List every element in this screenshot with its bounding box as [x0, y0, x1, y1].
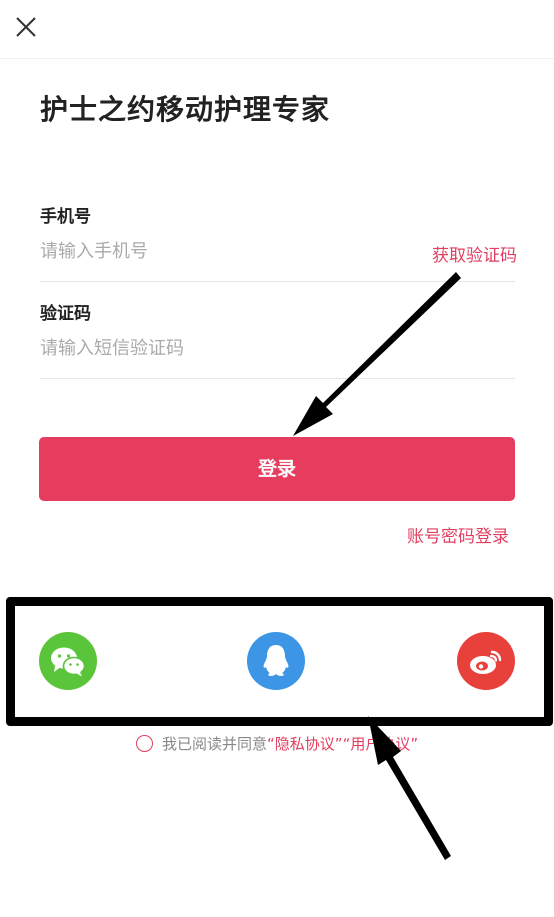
wechat-icon [51, 647, 86, 677]
code-input[interactable] [40, 331, 420, 365]
top-bar [0, 0, 554, 59]
user-agreement-link[interactable]: “用户协议” [343, 735, 419, 753]
code-divider [40, 378, 515, 379]
qq-login-button[interactable] [247, 632, 305, 690]
privacy-policy-link[interactable]: “隐私协议” [267, 735, 343, 753]
code-label: 验证码 [40, 304, 91, 324]
password-login-link[interactable]: 账号密码登录 [407, 522, 509, 547]
phone-label: 手机号 [40, 207, 91, 227]
weibo-icon [470, 650, 502, 674]
get-code-button[interactable]: 获取验证码 [432, 241, 517, 266]
wechat-login-button[interactable] [39, 632, 97, 690]
agreement-row: 我已阅读并同意“隐私协议”“用户协议” [136, 733, 418, 754]
weibo-login-button[interactable] [457, 632, 515, 690]
qq-icon [263, 645, 289, 676]
phone-input[interactable] [40, 234, 420, 268]
login-button[interactable]: 登录 [39, 437, 515, 501]
close-icon[interactable] [14, 15, 38, 39]
agreement-prefix: 我已阅读并同意 [162, 735, 268, 753]
page-title: 护士之约移动护理专家 [40, 93, 331, 126]
agreement-radio[interactable] [136, 735, 153, 752]
phone-divider [40, 281, 515, 282]
